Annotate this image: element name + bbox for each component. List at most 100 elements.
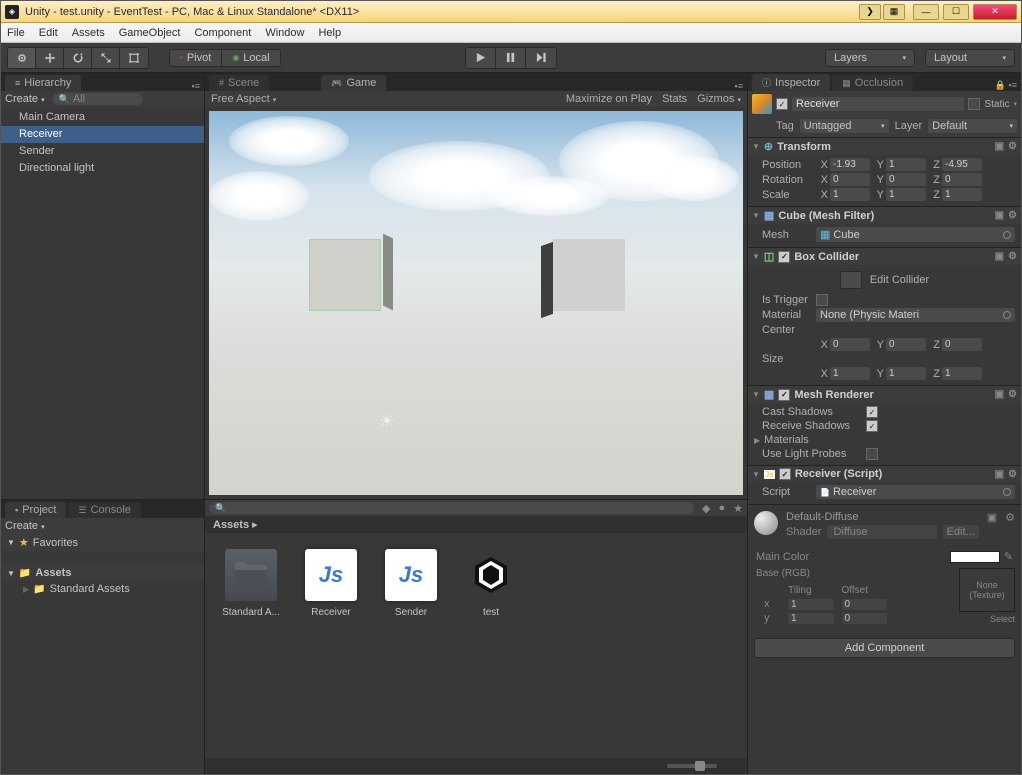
materials-label[interactable]: Materials — [762, 434, 809, 446]
pivot-toggle[interactable]: ▪Pivot — [170, 50, 222, 66]
gameobject-icon[interactable] — [752, 94, 772, 114]
main-color-swatch[interactable] — [950, 551, 1000, 563]
receive-shadows-checkbox[interactable]: ✓ — [866, 420, 878, 432]
menu-assets[interactable]: Assets — [72, 27, 105, 39]
gear-icon[interactable]: ⚙ — [1008, 251, 1017, 262]
hierarchy-item[interactable]: Receiver — [1, 126, 204, 143]
tiling-y[interactable]: 1 — [788, 613, 834, 624]
help-icon[interactable]: ▣ — [995, 469, 1004, 480]
tab-occlusion[interactable]: ▦Occlusion — [832, 75, 913, 91]
rot-z-field[interactable]: 0 — [942, 173, 982, 186]
help-icon[interactable]: ▣ — [995, 210, 1004, 221]
scl-x-field[interactable]: 1 — [830, 188, 870, 201]
help-button[interactable]: ❯ — [859, 4, 881, 20]
gear-icon[interactable]: ⚙ — [1005, 511, 1015, 524]
layout-dropdown[interactable]: Layout▾ — [925, 49, 1015, 67]
asset-script[interactable]: JsReceiver — [301, 549, 361, 618]
help-icon[interactable]: ▣ — [987, 511, 997, 524]
static-dropdown[interactable]: ▾ — [1013, 100, 1017, 108]
script-field[interactable]: 📄Receiver — [816, 485, 1015, 499]
istrigger-checkbox[interactable] — [816, 294, 828, 306]
menu-help[interactable]: Help — [318, 27, 341, 39]
menu-edit[interactable]: Edit — [39, 27, 58, 39]
stats-toggle[interactable]: Stats — [662, 93, 687, 105]
rot-y-field[interactable]: 0 — [886, 173, 926, 186]
pos-x-field[interactable]: -1.93 — [830, 158, 870, 171]
pause-button[interactable] — [496, 48, 526, 68]
tab-scene[interactable]: #Scene — [209, 75, 269, 91]
assets-folder[interactable]: ▼📁Assets — [1, 565, 204, 581]
edit-collider-button[interactable] — [840, 271, 862, 289]
step-button[interactable] — [526, 48, 556, 68]
help-icon[interactable]: ▣ — [995, 389, 1004, 400]
tab-project[interactable]: ▪Project — [5, 502, 66, 518]
maximize-button[interactable]: ☐ — [943, 4, 969, 20]
options-button[interactable]: ▦ — [883, 4, 905, 20]
component-enabled-checkbox[interactable]: ✓ — [779, 468, 791, 480]
scl-z-field[interactable]: 1 — [942, 188, 982, 201]
tiling-x[interactable]: 1 — [788, 599, 834, 610]
eyedropper-icon[interactable]: ✎ — [1004, 550, 1013, 563]
filter-icon[interactable]: ● — [718, 502, 725, 514]
fold-icon[interactable]: ▼ — [752, 252, 760, 261]
layers-dropdown[interactable]: Layers▾ — [825, 49, 915, 67]
rot-x-field[interactable]: 0 — [830, 173, 870, 186]
fold-icon[interactable]: ▼ — [752, 142, 760, 151]
gizmos-toggle[interactable]: Gizmos ▾ — [697, 93, 741, 105]
play-button[interactable] — [466, 48, 496, 68]
gear-icon[interactable]: ⚙ — [1008, 210, 1017, 221]
rotate-tool[interactable] — [64, 48, 92, 68]
texture-slot[interactable]: None (Texture) — [959, 568, 1015, 612]
rect-tool[interactable] — [120, 48, 148, 68]
pos-z-field[interactable]: -4.95 — [942, 158, 982, 171]
lock-icon[interactable]: 🔒 ▪≡ — [995, 80, 1017, 91]
fold-icon[interactable]: ▼ — [752, 211, 760, 220]
scale-tool[interactable] — [92, 48, 120, 68]
texture-select[interactable]: Select — [959, 614, 1015, 624]
local-toggle[interactable]: ◉Local — [222, 50, 279, 66]
size-x[interactable]: 1 — [830, 367, 870, 380]
maximize-toggle[interactable]: Maximize on Play — [566, 93, 652, 105]
add-component-button[interactable]: Add Component — [754, 638, 1015, 658]
center-y[interactable]: 0 — [886, 338, 926, 351]
menu-window[interactable]: Window — [265, 27, 304, 39]
light-probes-checkbox[interactable] — [866, 448, 878, 460]
menu-component[interactable]: Component — [194, 27, 251, 39]
move-tool[interactable] — [36, 48, 64, 68]
menu-file[interactable]: File — [7, 27, 25, 39]
gear-icon[interactable]: ⚙ — [1008, 389, 1017, 400]
menu-gameobject[interactable]: GameObject — [119, 27, 181, 39]
shader-edit-button[interactable]: Edit... — [943, 525, 979, 539]
cast-shadows-checkbox[interactable]: ✓ — [866, 406, 878, 418]
hierarchy-item[interactable]: Main Camera — [1, 109, 204, 126]
hierarchy-item[interactable]: Sender — [1, 143, 204, 160]
asset-script[interactable]: JsSender — [381, 549, 441, 618]
phys-material-field[interactable]: None (Physic Materi — [816, 308, 1015, 322]
hand-tool[interactable] — [8, 48, 36, 68]
panel-menu-icon[interactable]: ▪≡ — [192, 81, 200, 91]
aspect-dropdown[interactable]: Free Aspect ▾ — [211, 93, 276, 105]
scl-y-field[interactable]: 1 — [886, 188, 926, 201]
asset-folder[interactable]: Standard A... — [221, 549, 281, 618]
project-create[interactable]: Create ▾ — [5, 520, 45, 532]
fold-icon[interactable]: ▼ — [752, 390, 760, 399]
filter-icon[interactable]: ★ — [733, 502, 743, 515]
tag-dropdown[interactable]: Untagged▾ — [800, 119, 889, 133]
tab-hierarchy[interactable]: ≡Hierarchy — [5, 75, 81, 91]
center-z[interactable]: 0 — [942, 338, 982, 351]
tab-inspector[interactable]: ⓘInspector — [752, 74, 830, 91]
gear-icon[interactable]: ⚙ — [1008, 141, 1017, 152]
offset-x[interactable]: 0 — [842, 599, 888, 610]
gear-icon[interactable]: ⚙ — [1008, 469, 1017, 480]
gameobject-name-field[interactable]: Receiver — [792, 97, 964, 111]
fold-icon[interactable]: ▼ — [752, 470, 760, 479]
project-search[interactable]: 🔍 — [209, 502, 694, 514]
favorites-header[interactable]: ▼★Favorites — [1, 534, 204, 551]
close-button[interactable]: ✕ — [973, 4, 1017, 20]
component-enabled-checkbox[interactable]: ✓ — [778, 389, 790, 401]
tab-console[interactable]: ☰Console — [68, 502, 140, 518]
minimize-button[interactable]: — — [913, 4, 939, 20]
hierarchy-create[interactable]: Create ▾ — [5, 93, 45, 105]
active-checkbox[interactable]: ✓ — [776, 98, 788, 110]
hierarchy-item[interactable]: Directional light — [1, 160, 204, 177]
